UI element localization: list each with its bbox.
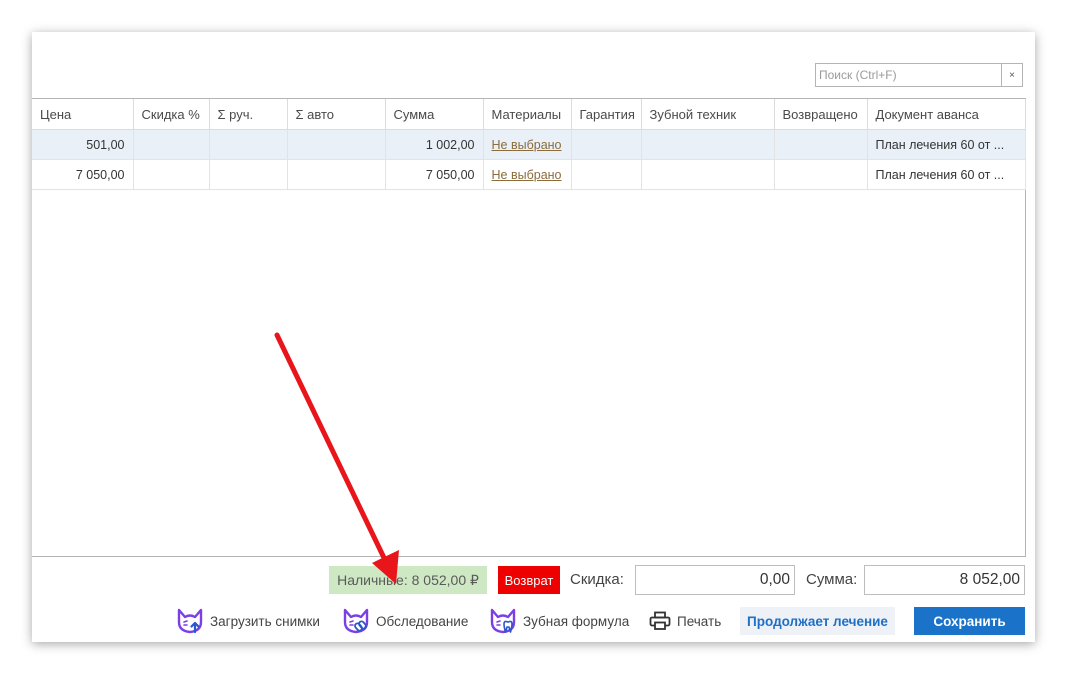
column-header-advance-doc[interactable]: Документ аванса — [867, 99, 1026, 130]
cell-price: 501,00 — [32, 129, 134, 160]
materials-link[interactable]: Не выбрано — [492, 168, 562, 182]
column-header-materials[interactable]: Материалы — [483, 99, 572, 130]
materials-link[interactable]: Не выбрано — [492, 138, 562, 152]
continues-treatment-button[interactable]: Продолжает лечение — [740, 607, 895, 635]
refund-button[interactable]: Возврат — [498, 566, 560, 594]
brand-tooth-icon — [489, 608, 517, 634]
cell-discount — [133, 159, 210, 190]
clear-search-button[interactable]: × — [1001, 64, 1022, 86]
sum-label: Сумма: — [806, 571, 858, 588]
cell-manual-sum — [209, 129, 288, 160]
dental-formula-label: Зубная формула — [523, 613, 630, 629]
search-box[interactable]: × — [815, 63, 1023, 87]
table-row[interactable]: 7 050,00 7 050,00 Не выбрано План лечени… — [32, 159, 1026, 190]
cell-advance-doc: План лечения 60 от ... — [867, 159, 1026, 190]
cell-manual-sum — [209, 159, 288, 190]
totals-bar: Наличные: 8 052,00 ₽ Возврат Скидка: 0,0… — [32, 565, 1035, 595]
cell-sum: 1 002,00 — [385, 129, 484, 160]
table-header: Цена Скидка % Σ руч. Σ авто Сумма Матери… — [32, 99, 1026, 130]
cash-payment-badge[interactable]: Наличные: 8 052,00 ₽ — [329, 566, 487, 594]
cell-auto-sum — [287, 159, 386, 190]
upload-images-button[interactable]: Загрузить снимки — [176, 607, 320, 635]
column-header-returned[interactable]: Возвращено — [774, 99, 868, 130]
cell-returned — [774, 129, 868, 160]
column-header-sum[interactable]: Сумма — [385, 99, 484, 130]
action-toolbar: Загрузить снимки Обследование Зубная фор… — [32, 607, 1035, 635]
examination-button[interactable]: Обследование — [342, 607, 468, 635]
print-button[interactable]: Печать — [649, 607, 721, 635]
search-input[interactable] — [816, 64, 1001, 86]
printer-icon — [649, 611, 671, 631]
column-header-price[interactable]: Цена — [32, 99, 134, 130]
column-header-auto-sum[interactable]: Σ авто — [287, 99, 386, 130]
column-header-technician[interactable]: Зубной техник — [641, 99, 775, 130]
dental-formula-button[interactable]: Зубная формула — [489, 607, 629, 635]
document-window: × Цена Скидка % Σ руч. Σ авто Сумма Мате… — [32, 32, 1035, 642]
cell-materials: Не выбрано — [483, 129, 572, 160]
cell-discount — [133, 129, 210, 160]
column-header-discount[interactable]: Скидка % — [133, 99, 210, 130]
sum-field[interactable]: 8 052,00 — [864, 565, 1025, 595]
upload-images-label: Загрузить снимки — [210, 613, 320, 629]
cell-sum: 7 050,00 — [385, 159, 484, 190]
column-header-warranty[interactable]: Гарантия — [571, 99, 642, 130]
cell-technician — [641, 129, 775, 160]
cell-materials: Не выбрано — [483, 159, 572, 190]
column-header-manual-sum[interactable]: Σ руч. — [209, 99, 288, 130]
discount-field[interactable]: 0,00 — [635, 565, 795, 595]
table-row[interactable]: 501,00 1 002,00 Не выбрано План лечения … — [32, 129, 1026, 160]
cell-advance-doc: План лечения 60 от ... — [867, 129, 1026, 160]
cell-warranty — [571, 129, 642, 160]
save-button[interactable]: Сохранить — [914, 607, 1025, 635]
brand-upload-icon — [176, 608, 204, 634]
cell-warranty — [571, 159, 642, 190]
cell-auto-sum — [287, 129, 386, 160]
print-label: Печать — [677, 613, 722, 629]
discount-label: Скидка: — [570, 571, 624, 588]
examination-label: Обследование — [376, 613, 469, 629]
cell-price: 7 050,00 — [32, 159, 134, 190]
cell-technician — [641, 159, 775, 190]
cell-returned — [774, 159, 868, 190]
services-table: Цена Скидка % Σ руч. Σ авто Сумма Матери… — [32, 98, 1026, 557]
brand-link-icon — [342, 608, 370, 634]
